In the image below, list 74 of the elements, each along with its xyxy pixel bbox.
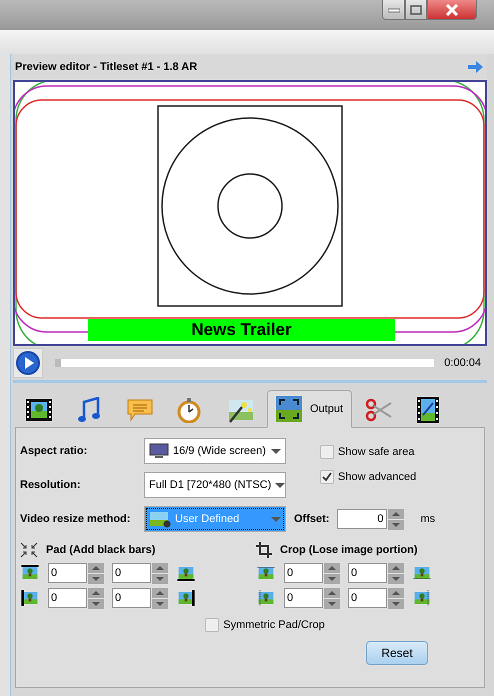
arrow-right-icon[interactable] (468, 61, 483, 73)
number-field[interactable]: 0 (48, 588, 87, 608)
number-field[interactable]: 0 (348, 588, 387, 608)
minimize-icon (388, 6, 400, 12)
shrink-arrows-icon (20, 542, 38, 558)
title-caption: News Trailer (88, 319, 395, 341)
spin-up-button[interactable] (152, 588, 168, 598)
spin-down-button[interactable] (88, 574, 104, 584)
section-title: Crop (Lose image portion) (280, 543, 418, 558)
offset-field[interactable]: 0 (337, 509, 388, 529)
crop-icon (256, 542, 272, 558)
padded-picture-icon (176, 590, 196, 606)
unit-label: ms (420, 512, 436, 527)
film-strip-icon (26, 397, 54, 423)
scissors-icon (365, 397, 394, 423)
number-field[interactable]: 0 (284, 563, 323, 583)
aspect-ratio-dropdown[interactable]: 16/9 (Wide screen) (144, 438, 286, 464)
spin-down-button[interactable] (88, 598, 104, 608)
cropped-picture-icon (412, 565, 432, 581)
field-label: Video resize method: (20, 512, 132, 527)
maximize-button[interactable] (405, 0, 427, 20)
cropped-picture-icon (256, 590, 276, 606)
spin-up-button[interactable] (324, 562, 340, 572)
checkbox[interactable] (205, 618, 220, 632)
padded-picture-icon (20, 565, 40, 581)
spin-up-button[interactable] (388, 508, 404, 518)
expand-frame-icon (276, 396, 304, 422)
section-title: Pad (Add black bars) (46, 543, 156, 558)
checkbox-label: Show advanced (338, 470, 416, 484)
spin-down-button[interactable] (152, 574, 168, 584)
timeline-slider[interactable] (55, 359, 434, 367)
monitor-icon (149, 443, 169, 459)
maximize-icon (410, 4, 422, 14)
padded-picture-icon (176, 565, 196, 581)
checkbox-label: Show safe area (338, 445, 414, 460)
magic-wand-icon (226, 397, 254, 423)
slider-thumb[interactable] (55, 359, 61, 367)
checkbox-label: Symmetric Pad/Crop (223, 618, 325, 632)
number-field[interactable]: 0 (112, 588, 151, 608)
number-field[interactable]: 0 (112, 563, 151, 583)
picture-gear-icon (149, 510, 171, 528)
number-field[interactable]: 0 (284, 588, 323, 608)
speech-bubble-icon (126, 397, 154, 423)
checkbox[interactable] (320, 470, 334, 484)
number-field[interactable]: 0 (48, 563, 87, 583)
spin-up-button[interactable] (88, 562, 104, 572)
spin-down-button[interactable] (388, 598, 404, 608)
spin-down-button[interactable] (324, 574, 340, 584)
reset-button[interactable]: Reset (366, 641, 428, 665)
close-button[interactable] (427, 0, 477, 20)
spin-up-button[interactable] (388, 562, 404, 572)
spin-up-button[interactable] (388, 588, 404, 598)
field-label: Resolution: (20, 478, 82, 493)
close-icon (445, 4, 459, 16)
cropped-picture-icon (256, 565, 276, 581)
spin-down-button[interactable] (388, 574, 404, 584)
spin-up-button[interactable] (152, 562, 168, 572)
cropped-picture-icon (412, 590, 432, 606)
tab[interactable]: Output (267, 390, 352, 428)
padded-picture-icon (20, 590, 40, 606)
checkbox[interactable] (320, 445, 334, 460)
field-label: Aspect ratio: (20, 444, 88, 459)
time-label: 0:00:04 (444, 356, 481, 371)
minimize-button[interactable] (382, 0, 405, 20)
number-field[interactable]: 0 (348, 563, 387, 583)
spin-down-button[interactable] (152, 598, 168, 608)
resolution-dropdown[interactable]: Full D1 [720*480 (NTSC) (144, 472, 286, 498)
panel-title: Preview editor - Titleset #1 - 1.8 AR (15, 60, 198, 75)
field-label: Offset: (294, 512, 330, 527)
spin-down-button[interactable] (388, 520, 404, 530)
spin-up-button[interactable] (324, 588, 340, 598)
spin-up-button[interactable] (88, 588, 104, 598)
spin-down-button[interactable] (324, 598, 340, 608)
play-button[interactable] (13, 348, 43, 378)
